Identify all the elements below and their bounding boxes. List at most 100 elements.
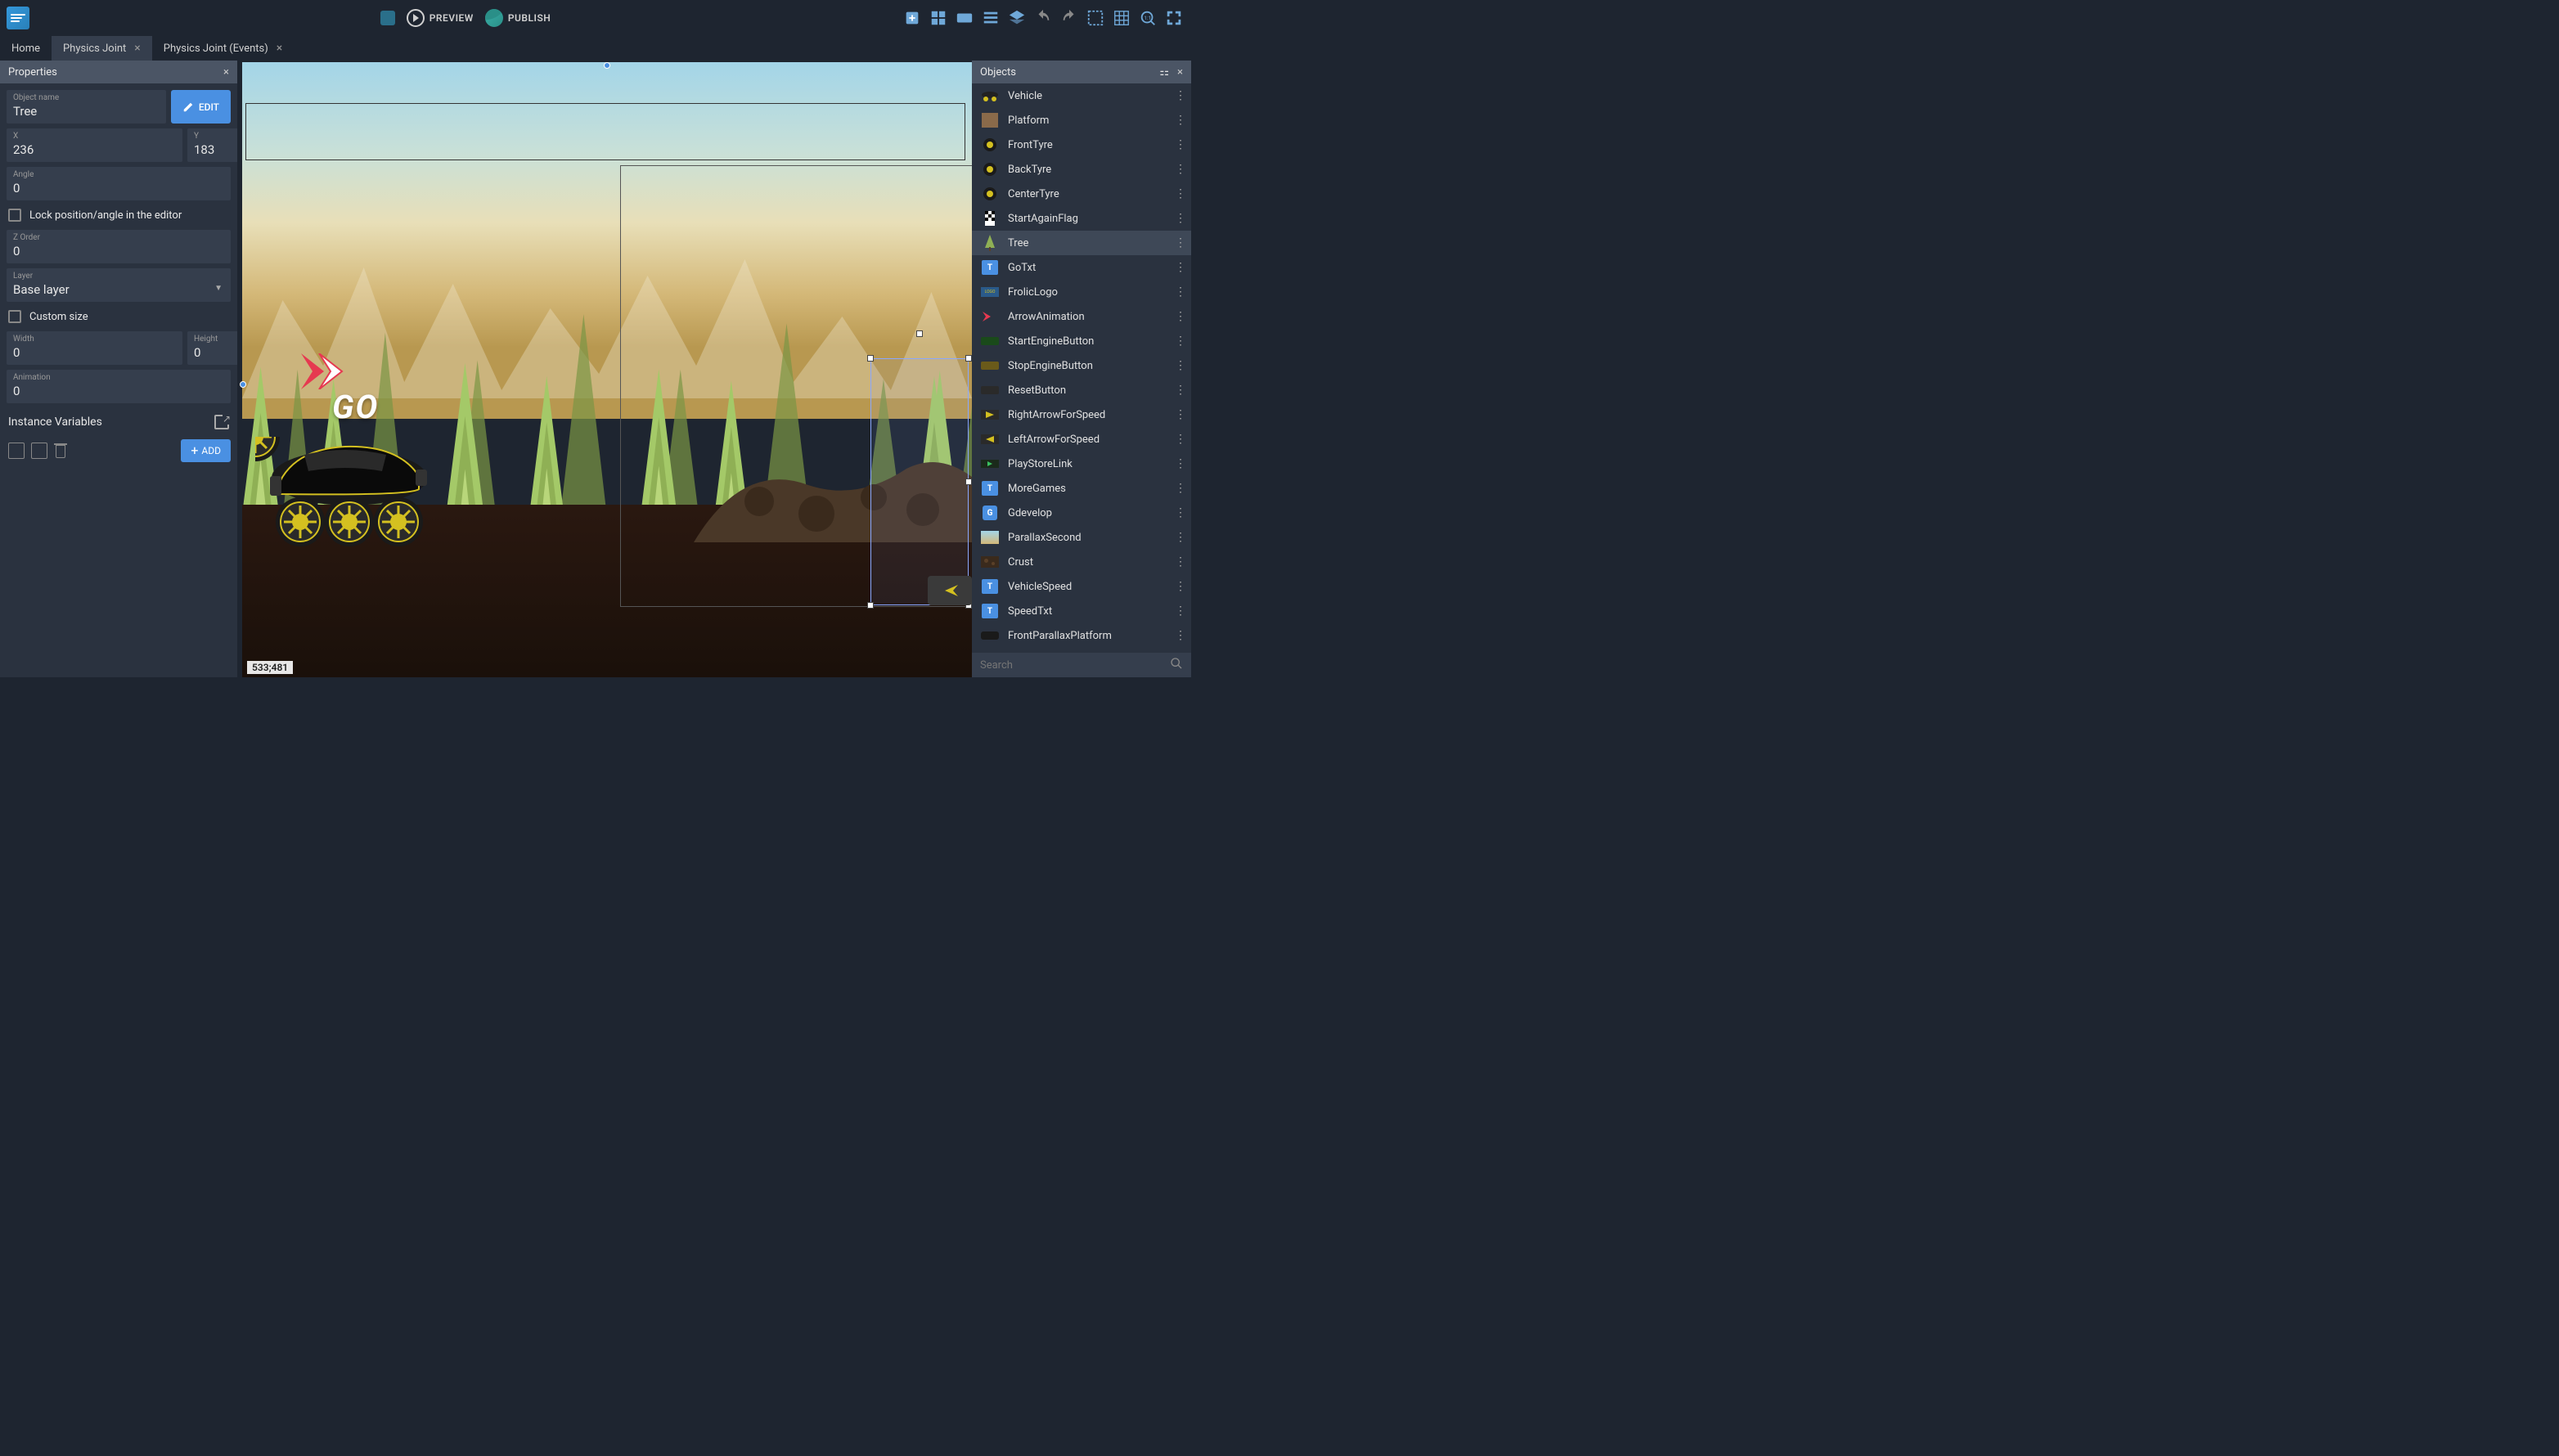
tab-label: Physics Joint xyxy=(63,43,126,55)
kebab-menu-icon[interactable]: ⋮ xyxy=(1175,163,1185,176)
close-icon[interactable]: × xyxy=(1177,66,1183,79)
object-item-resetbutton[interactable]: ResetButton⋮ xyxy=(972,378,1191,402)
search-icon[interactable] xyxy=(1170,657,1183,673)
selection-box[interactable] xyxy=(870,358,969,605)
add-variable-button[interactable]: + ADD xyxy=(181,439,231,462)
object-item-vehicle[interactable]: Vehicle⋮ xyxy=(972,83,1191,108)
x-input[interactable] xyxy=(13,142,176,157)
object-item-gdevelop[interactable]: GGdevelop⋮ xyxy=(972,501,1191,525)
tab-physics-joint[interactable]: Physics Joint × xyxy=(52,36,152,61)
zorder-input[interactable] xyxy=(13,244,224,258)
grid-icon[interactable] xyxy=(1111,7,1132,29)
object-item-parallaxsecond[interactable]: ParallaxSecond⋮ xyxy=(972,525,1191,550)
edit-button[interactable]: EDIT xyxy=(171,90,231,124)
close-icon[interactable]: × xyxy=(277,42,282,55)
trash-icon[interactable] xyxy=(54,443,67,458)
angle-label: Angle xyxy=(13,170,224,179)
kebab-menu-icon[interactable]: ⋮ xyxy=(1175,285,1185,299)
kebab-menu-icon[interactable]: ⋮ xyxy=(1175,359,1185,372)
add-label: ADD xyxy=(201,445,221,456)
lock-checkbox[interactable] xyxy=(8,209,21,222)
object-item-stopenginebutton[interactable]: StopEngineButton⋮ xyxy=(972,353,1191,378)
open-external-icon[interactable] xyxy=(214,415,229,429)
kebab-menu-icon[interactable]: ⋮ xyxy=(1175,531,1185,544)
object-thumbnail xyxy=(980,88,1000,104)
object-item-platform[interactable]: Platform⋮ xyxy=(972,108,1191,133)
objects-panel-icon[interactable] xyxy=(928,7,949,29)
chevron-down-icon: ▼ xyxy=(214,283,223,292)
custom-size-checkbox[interactable] xyxy=(8,310,21,323)
undo-icon[interactable] xyxy=(1032,7,1054,29)
object-item-froliclogo[interactable]: LOGOFrolicLogo⋮ xyxy=(972,280,1191,304)
object-item-startagainflag[interactable]: StartAgainFlag⋮ xyxy=(972,206,1191,231)
kebab-menu-icon[interactable]: ⋮ xyxy=(1175,506,1185,519)
kebab-menu-icon[interactable]: ⋮ xyxy=(1175,457,1185,470)
kebab-menu-icon[interactable]: ⋮ xyxy=(1175,408,1185,421)
close-icon[interactable]: × xyxy=(223,66,229,79)
object-name-value: Tree xyxy=(13,104,160,119)
object-item-startenginebutton[interactable]: StartEngineButton⋮ xyxy=(972,329,1191,353)
zoom-fit-icon[interactable]: 1:1 xyxy=(1137,7,1158,29)
kebab-menu-icon[interactable]: ⋮ xyxy=(1175,555,1185,568)
resize-handle[interactable] xyxy=(965,355,972,362)
copy-icon[interactable] xyxy=(8,443,25,459)
object-item-moregames[interactable]: TMoreGames⋮ xyxy=(972,476,1191,501)
object-item-tree[interactable]: Tree⋮ xyxy=(972,231,1191,255)
angle-input[interactable] xyxy=(13,181,224,195)
fullscreen-icon[interactable] xyxy=(1163,7,1185,29)
kebab-menu-icon[interactable]: ⋮ xyxy=(1175,261,1185,274)
close-icon[interactable]: × xyxy=(134,42,140,55)
rotate-handle[interactable] xyxy=(916,330,923,337)
object-item-arrowanimation[interactable]: ArrowAnimation⋮ xyxy=(972,304,1191,329)
vehicle-object[interactable] xyxy=(255,437,437,551)
add-object-icon[interactable] xyxy=(902,7,923,29)
kebab-menu-icon[interactable]: ⋮ xyxy=(1175,212,1185,225)
kebab-menu-icon[interactable]: ⋮ xyxy=(1175,580,1185,593)
left-arrow-speed-object[interactable] xyxy=(928,576,972,605)
search-input[interactable] xyxy=(980,659,1170,672)
object-item-frontparallaxplatform[interactable]: FrontParallaxPlatform⋮ xyxy=(972,623,1191,648)
object-item-centertyre[interactable]: CenterTyre⋮ xyxy=(972,182,1191,206)
object-item-crust[interactable]: Crust⋮ xyxy=(972,550,1191,574)
toggle-mask-icon[interactable] xyxy=(1085,7,1106,29)
groups-icon[interactable] xyxy=(954,7,975,29)
object-item-fronttyre[interactable]: FrontTyre⋮ xyxy=(972,133,1191,157)
kebab-menu-icon[interactable]: ⋮ xyxy=(1175,187,1185,200)
kebab-menu-icon[interactable]: ⋮ xyxy=(1175,236,1185,249)
object-thumbnail: G xyxy=(980,505,1000,521)
kebab-menu-icon[interactable]: ⋮ xyxy=(1175,335,1185,348)
kebab-menu-icon[interactable]: ⋮ xyxy=(1175,310,1185,323)
object-item-vehiclespeed[interactable]: TVehicleSpeed⋮ xyxy=(972,574,1191,599)
kebab-menu-icon[interactable]: ⋮ xyxy=(1175,89,1185,102)
tab-home[interactable]: Home xyxy=(0,36,52,61)
kebab-menu-icon[interactable]: ⋮ xyxy=(1175,384,1185,397)
object-item-speedtxt[interactable]: TSpeedTxt⋮ xyxy=(972,599,1191,623)
object-item-gotxt[interactable]: TGoTxt⋮ xyxy=(972,255,1191,280)
paste-icon[interactable] xyxy=(31,443,47,459)
scene-canvas[interactable]: GO xyxy=(237,61,972,677)
object-item-backtyre[interactable]: BackTyre⋮ xyxy=(972,157,1191,182)
redo-icon[interactable] xyxy=(1059,7,1080,29)
kebab-menu-icon[interactable]: ⋮ xyxy=(1175,433,1185,446)
properties-icon[interactable] xyxy=(980,7,1001,29)
animation-input[interactable] xyxy=(13,384,224,398)
kebab-menu-icon[interactable]: ⋮ xyxy=(1175,482,1185,495)
preview-button[interactable]: PREVIEW xyxy=(407,9,474,27)
object-item-rightarrowforspeed[interactable]: RightArrowForSpeed⋮ xyxy=(972,402,1191,427)
object-item-playstorelink[interactable]: PlayStoreLink⋮ xyxy=(972,452,1191,476)
filter-icon[interactable]: ⚏ xyxy=(1159,66,1169,79)
kebab-menu-icon[interactable]: ⋮ xyxy=(1175,114,1185,127)
width-input[interactable] xyxy=(13,345,176,360)
object-item-leftarrowforspeed[interactable]: LeftArrowForSpeed⋮ xyxy=(972,427,1191,452)
layer-select[interactable]: Base layer xyxy=(13,282,224,297)
kebab-menu-icon[interactable]: ⋮ xyxy=(1175,604,1185,618)
layers-icon[interactable] xyxy=(1006,7,1028,29)
app-logo-icon[interactable] xyxy=(7,7,29,29)
arrow-animation-object[interactable] xyxy=(301,353,350,389)
kebab-menu-icon[interactable]: ⋮ xyxy=(1175,138,1185,151)
publish-button[interactable]: PUBLISH xyxy=(485,9,551,27)
go-text-object[interactable]: GO xyxy=(332,388,379,426)
kebab-menu-icon[interactable]: ⋮ xyxy=(1175,629,1185,642)
tab-physics-joint-events[interactable]: Physics Joint (Events) × xyxy=(152,36,294,61)
debug-button[interactable] xyxy=(380,11,395,25)
